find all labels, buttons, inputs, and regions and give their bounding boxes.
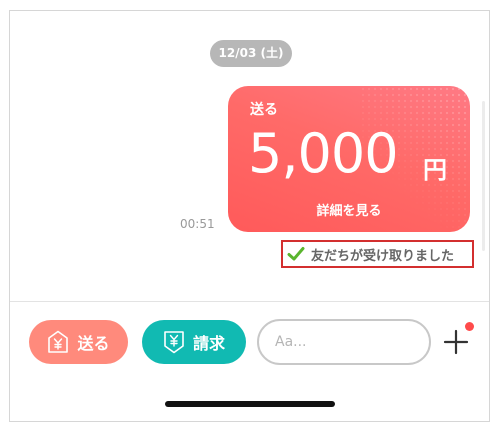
chat-area[interactable]: 12/03 (土) 送る 5,000 円 詳細を見る 00:51 友だちが受け取…: [10, 11, 489, 301]
currency-label: 円: [423, 156, 447, 184]
message-timestamp: 00:51: [180, 217, 215, 231]
message-input[interactable]: [257, 319, 431, 365]
money-transfer-card[interactable]: 送る 5,000 円 詳細を見る: [228, 86, 470, 232]
send-money-button[interactable]: 送る: [29, 320, 128, 364]
receipt-status: 友だちが受け取りました: [281, 240, 474, 268]
bottom-bar: 送る 請求: [10, 302, 489, 421]
scroll-indicator: [482, 101, 485, 251]
date-separator: 12/03 (土): [210, 40, 292, 67]
plus-icon[interactable]: [442, 328, 470, 356]
send-button-label: 送る: [77, 334, 110, 353]
view-details-link[interactable]: 詳細を見る: [228, 200, 470, 219]
check-icon: [287, 245, 305, 263]
yen-send-icon: [47, 330, 69, 354]
transfer-type-label: 送る: [250, 102, 278, 118]
request-button-label: 請求: [192, 334, 225, 353]
request-money-button[interactable]: 請求: [142, 320, 246, 364]
notification-dot: [465, 322, 474, 331]
yen-request-icon: [163, 330, 185, 354]
home-indicator[interactable]: [165, 401, 335, 407]
receipt-status-text: 友だちが受け取りました: [311, 248, 455, 264]
app-screen: 12/03 (土) 送る 5,000 円 詳細を見る 00:51 友だちが受け取…: [9, 10, 490, 422]
transfer-amount: 5,000: [248, 122, 399, 185]
